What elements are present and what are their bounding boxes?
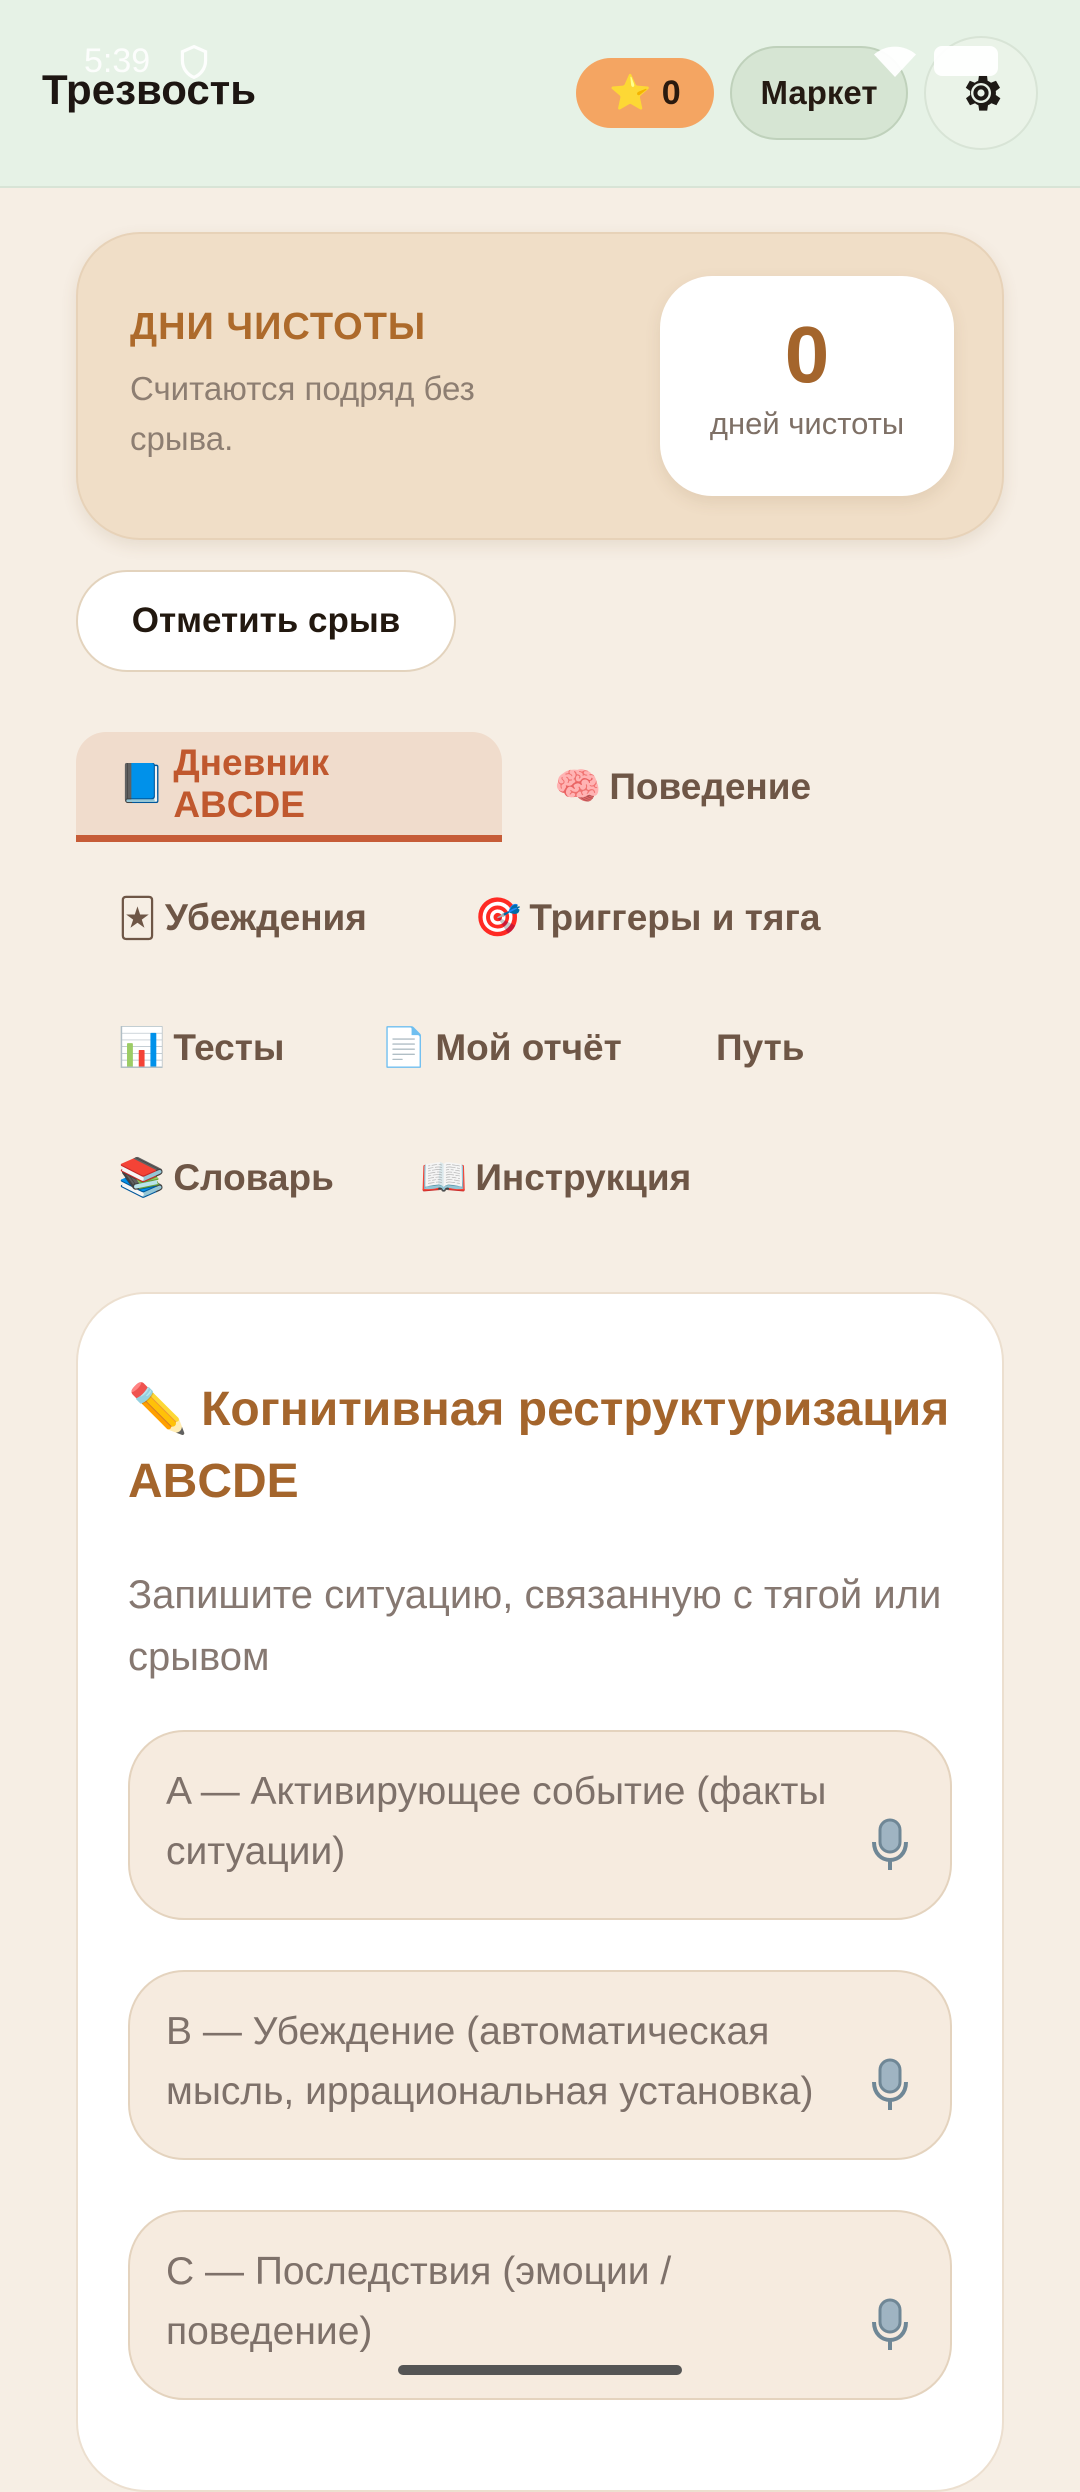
abcde-card: ✏️ Когнитивная реструктуризация ABCDE За… <box>76 1292 1004 2492</box>
microphone-icon[interactable] <box>870 1818 910 1874</box>
tab-dictionary[interactable]: 📚 Словарь <box>76 1123 376 1233</box>
clean-days-unit: дней чистоты <box>709 406 905 441</box>
tab-my-report[interactable]: 📄 Мой отчёт <box>338 993 664 1103</box>
clean-days-number: 0 <box>784 310 830 399</box>
gear-icon <box>965 75 1001 111</box>
home-indicator[interactable] <box>398 2365 682 2375</box>
app-title: Трезвость <box>42 66 257 113</box>
stars-counter-chip[interactable]: ⭐ 0 <box>576 58 714 128</box>
tab-triggers[interactable]: 🎯 Триггеры и тяга <box>432 863 862 973</box>
tab-abcde-diary[interactable]: 📘 Дневник ABCDE <box>76 732 502 842</box>
clean-days-title: ДНИ ЧИСТОТЫ <box>130 306 427 348</box>
abcde-card-title: ✏️ Когнитивная реструктуризация ABCDE <box>128 1383 950 1508</box>
field-placeholder: C — Последствия (эмоции / поведение) <box>166 2250 672 2353</box>
star-icon: ⭐ <box>609 74 652 112</box>
microphone-icon[interactable] <box>870 2298 910 2354</box>
joker-card-icon: 🃏 <box>118 897 157 940</box>
abcde-card-subtitle: Запишите ситуацию, связанную с тягой или… <box>128 1573 942 1679</box>
clean-days-card: ДНИ ЧИСТОТЫ Считаются подряд без срыва. … <box>76 232 1004 540</box>
tab-label: Убеждения <box>164 897 367 938</box>
tab-instructions[interactable]: 📖 Инструкция <box>378 1123 733 1233</box>
field-a-activating-event[interactable]: A — Активирующее событие (факты ситуации… <box>128 1730 952 1920</box>
open-book-icon: 📖 <box>420 1157 468 1199</box>
field-placeholder: A — Активирующее событие (факты ситуации… <box>166 1770 827 1873</box>
tab-behavior[interactable]: 🧠 Поведение <box>512 732 853 842</box>
brain-icon: 🧠 <box>554 766 602 808</box>
tab-beliefs[interactable]: 🃏 Убеждения <box>76 863 409 973</box>
stars-count: 0 <box>661 73 681 112</box>
tab-label: Триггеры и тяга <box>529 897 821 938</box>
clean-days-counter: 0 дней чистоты <box>660 276 954 496</box>
books-icon: 📚 <box>118 1157 166 1199</box>
document-icon: 📄 <box>380 1027 428 1069</box>
tab-label: Инструкция <box>475 1157 692 1198</box>
market-button[interactable]: Маркет <box>730 46 908 140</box>
bar-chart-icon: 📊 <box>118 1027 166 1069</box>
tab-label: Путь <box>716 1027 805 1068</box>
tab-tests[interactable]: 📊 Тесты <box>76 993 326 1103</box>
field-b-belief[interactable]: B — Убеждение (автоматическая мысль, ирр… <box>128 1970 952 2160</box>
tab-label: Мой отчёт <box>435 1027 622 1068</box>
target-icon: 🎯 <box>474 897 522 939</box>
clean-days-subtitle: Считаются подряд без срыва. <box>130 370 475 457</box>
mark-relapse-button[interactable]: Отметить срыв <box>76 570 456 672</box>
settings-button[interactable] <box>924 36 1038 150</box>
tab-label: Тесты <box>173 1027 285 1068</box>
tab-label: Поведение <box>609 766 812 807</box>
tab-label: Словарь <box>173 1157 334 1198</box>
tab-label: Дневник ABCDE <box>173 741 329 825</box>
tab-path[interactable]: Путь <box>674 993 847 1103</box>
microphone-icon[interactable] <box>870 2058 910 2114</box>
blue-book-icon: 📘 <box>118 762 166 805</box>
app-header: Трезвость ⭐ 0 Маркет <box>0 0 1080 188</box>
field-placeholder: B — Убеждение (автоматическая мысль, ирр… <box>166 2010 814 2113</box>
